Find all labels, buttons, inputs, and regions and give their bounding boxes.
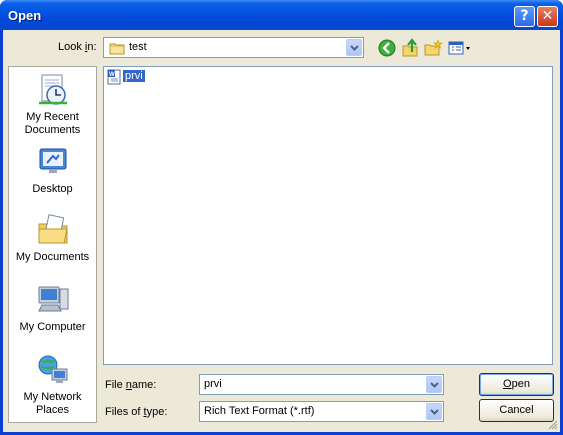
new-folder-icon[interactable] [423, 38, 443, 58]
chevron-down-icon [430, 409, 439, 415]
file-name-value: prvi [204, 378, 222, 390]
dialog-body: Look in: test My Recent Documents Deskto… [3, 30, 560, 432]
file-name-dropdown-arrow[interactable] [426, 376, 442, 393]
my-documents-icon [38, 214, 68, 244]
file-type-dropdown-arrow[interactable] [426, 403, 442, 420]
look-in-label: Look in: [58, 41, 97, 53]
open-button[interactable]: Open [479, 373, 554, 396]
svg-text:W: W [109, 72, 115, 78]
title-bar[interactable]: Open ? ✕ [0, 0, 563, 30]
place-label: My Computer [19, 321, 86, 333]
back-icon[interactable] [377, 38, 397, 58]
place-label: My Documents [15, 251, 90, 263]
help-button[interactable]: ? [514, 6, 535, 27]
place-my-network-places[interactable]: My Network Places [9, 353, 96, 417]
place-my-recent-documents[interactable]: My Recent Documents [9, 73, 96, 137]
file-type-label: Files of type: [105, 406, 168, 418]
up-folder-icon[interactable] [400, 38, 420, 58]
resize-grip-icon[interactable] [548, 420, 558, 430]
place-label: Desktop [32, 183, 73, 195]
place-label: My Network Places [23, 391, 82, 416]
file-type-value: Rich Text Format (*.rtf) [204, 405, 315, 417]
desktop-icon [39, 148, 66, 173]
window-title: Open [8, 8, 42, 23]
chevron-down-icon [430, 382, 439, 388]
network-places-icon [38, 355, 67, 383]
cancel-button[interactable]: Cancel [479, 399, 554, 422]
look-in-dropdown-arrow[interactable] [346, 39, 362, 56]
chevron-down-icon [350, 45, 359, 51]
place-desktop[interactable]: Desktop [9, 145, 96, 196]
file-list[interactable]: W prvi [103, 66, 553, 365]
file-name: prvi [122, 69, 146, 83]
place-my-computer[interactable]: My Computer [9, 283, 96, 334]
folder-icon [109, 43, 125, 55]
views-menu-icon[interactable] [447, 38, 473, 58]
place-label: My Recent Documents [24, 111, 81, 136]
file-name-input[interactable]: prvi [199, 374, 444, 395]
file-type-dropdown[interactable]: Rich Text Format (*.rtf) [199, 401, 444, 422]
file-name-label: File name: [105, 379, 157, 391]
my-computer-icon [37, 286, 68, 312]
rtf-document-icon: W [107, 69, 121, 85]
look-in-value: test [129, 41, 147, 53]
places-bar: My Recent Documents Desktop My Documents [8, 66, 97, 423]
recent-documents-icon [38, 74, 67, 105]
close-button[interactable]: ✕ [537, 6, 558, 27]
place-my-documents[interactable]: My Documents [9, 213, 96, 264]
look-in-dropdown[interactable]: test [103, 37, 364, 58]
open-dialog: Open ? ✕ Look in: test My Recent Documen… [0, 0, 563, 435]
